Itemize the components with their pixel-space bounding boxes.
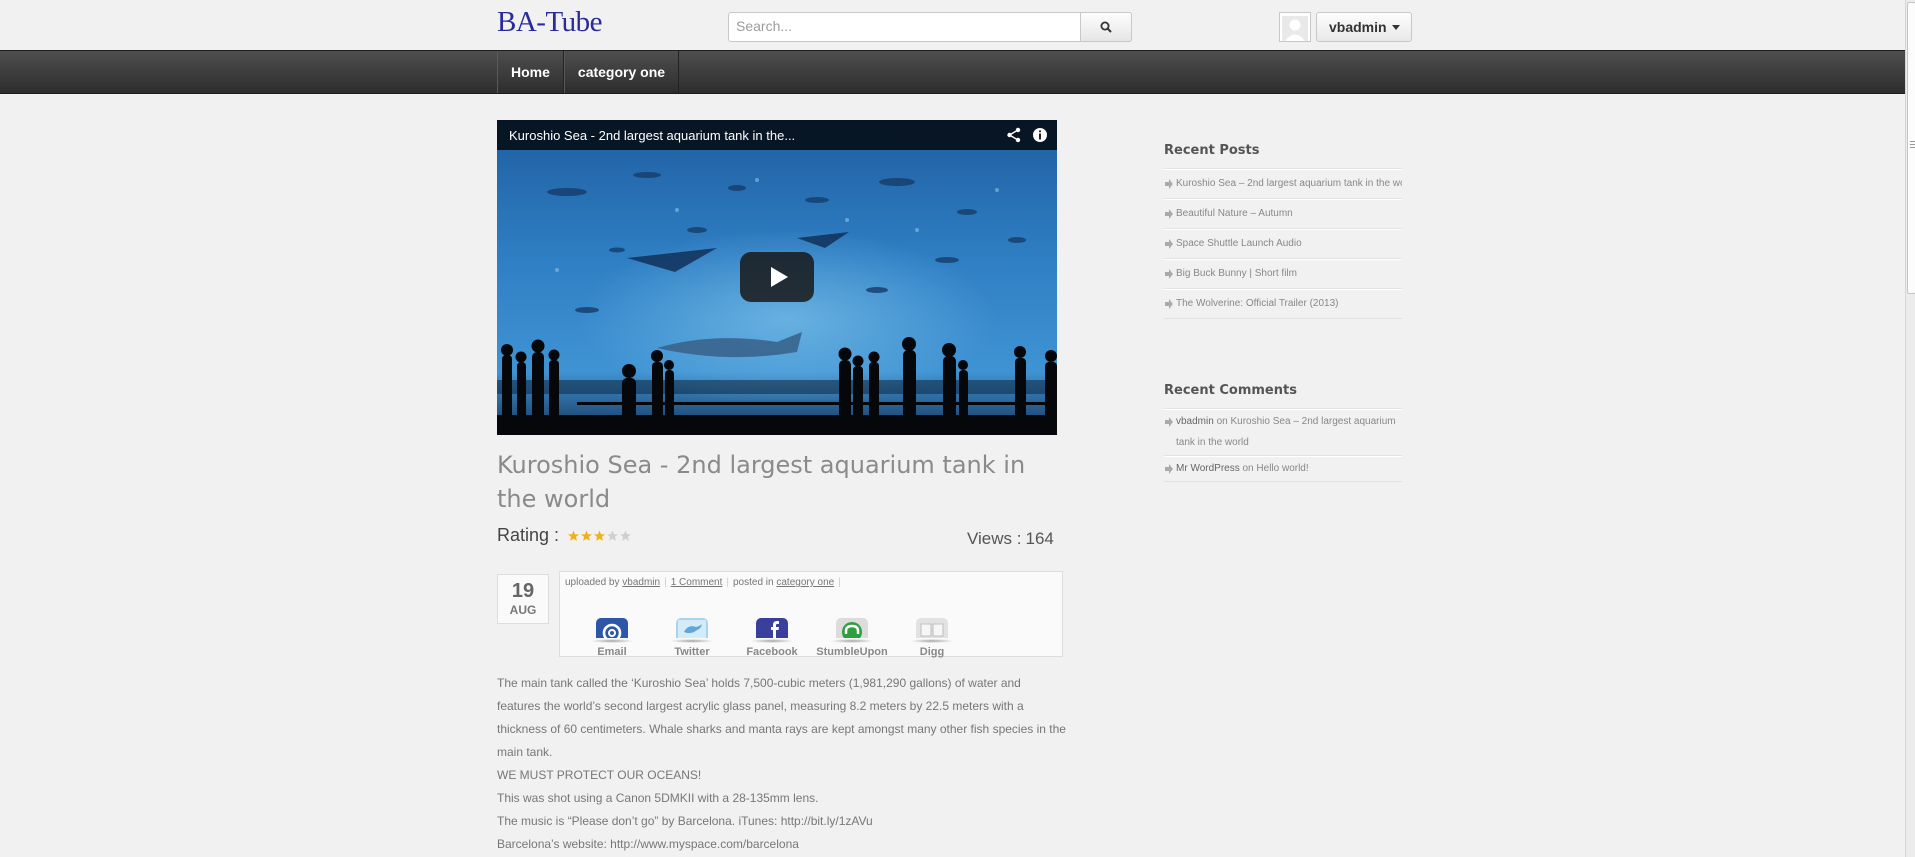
share-stumbleupon-button[interactable]: StumbleUpon bbox=[812, 618, 892, 658]
user-dropdown-button[interactable]: vbadmin bbox=[1316, 12, 1412, 42]
stumbleupon-icon bbox=[836, 618, 868, 638]
content-paragraph: The main tank called the ‘Kuroshio Sea’ … bbox=[497, 676, 1066, 759]
content-paragraph: The music is “Please don’t go” by Barcel… bbox=[497, 814, 873, 828]
play-button[interactable] bbox=[740, 252, 814, 302]
category-link[interactable]: category one bbox=[776, 577, 834, 588]
share-email-button[interactable]: Email bbox=[572, 618, 652, 658]
arrow-right-icon bbox=[1165, 299, 1173, 309]
nav-item-category-one[interactable]: category one bbox=[563, 51, 680, 93]
comment-author: vbadmin bbox=[1176, 416, 1214, 427]
search-input[interactable] bbox=[729, 13, 1080, 39]
rating-label: Rating : bbox=[497, 525, 560, 545]
arrow-right-icon bbox=[1165, 239, 1173, 249]
play-icon bbox=[770, 267, 788, 287]
video-player[interactable]: Kuroshio Sea - 2nd largest aquarium tank… bbox=[497, 120, 1057, 435]
views-count: 164 bbox=[1025, 529, 1054, 548]
main-nav: Home category one bbox=[0, 50, 1905, 94]
comment-on-label: on bbox=[1242, 463, 1254, 474]
recent-comments-list: vbadmin on Kuroshio Sea – 2nd largest aq… bbox=[1164, 409, 1402, 482]
list-item: The Wolverine: Official Trailer (2013) bbox=[1164, 289, 1402, 319]
page-scrollbar[interactable] bbox=[1905, 0, 1915, 857]
widget-title: Recent Comments bbox=[1164, 381, 1402, 409]
author-link[interactable]: vbadmin bbox=[622, 577, 660, 588]
content-paragraph: This was shot using a Canon 5DMKII with … bbox=[497, 791, 819, 805]
comment-on-label: on bbox=[1216, 416, 1228, 427]
comments-link[interactable]: 1 Comment bbox=[671, 577, 723, 588]
recent-post-link[interactable]: Space Shuttle Launch Audio bbox=[1176, 238, 1302, 249]
share-twitter-button[interactable]: Twitter bbox=[652, 618, 732, 658]
arrow-right-icon bbox=[1165, 417, 1173, 427]
post-title: Kuroshio Sea - 2nd largest aquarium tank… bbox=[497, 451, 1026, 513]
star-empty-icon[interactable] bbox=[606, 530, 619, 542]
recent-post-link[interactable]: The Wolverine: Official Trailer (2013) bbox=[1176, 298, 1338, 309]
search-icon bbox=[1100, 21, 1112, 33]
star-filled-icon[interactable] bbox=[567, 530, 580, 542]
rating-stars[interactable] bbox=[567, 530, 632, 542]
recent-post-link[interactable]: Big Buck Bunny | Short film bbox=[1176, 268, 1297, 279]
content-paragraph: WE MUST PROTECT OUR OCEANS! bbox=[497, 768, 702, 782]
share-facebook-button[interactable]: Facebook bbox=[732, 618, 812, 658]
post-date: 19 AUG bbox=[497, 574, 549, 624]
content-paragraph: Barcelona’s website: http://www.myspace.… bbox=[497, 837, 799, 851]
comment-post-link[interactable]: Hello world! bbox=[1256, 463, 1308, 474]
username-label: vbadmin bbox=[1329, 19, 1387, 35]
post-meta: uploaded by vbadmin | 1 Comment | posted in … bbox=[565, 577, 841, 588]
star-filled-icon[interactable] bbox=[580, 530, 593, 542]
recent-post-link[interactable]: Kuroshio Sea – 2nd largest aquarium tank… bbox=[1176, 178, 1402, 189]
list-item: vbadmin on Kuroshio Sea – 2nd largest aq… bbox=[1164, 409, 1402, 456]
email-icon bbox=[596, 618, 628, 638]
twitter-icon bbox=[676, 618, 708, 638]
list-item: Kuroshio Sea – 2nd largest aquarium tank… bbox=[1164, 169, 1402, 199]
grip-icon bbox=[1910, 141, 1915, 142]
date-day: 19 bbox=[511, 580, 535, 602]
share-buttons: Email Twitter Facebook StumbleUpon Digg bbox=[572, 618, 972, 658]
list-item: Mr WordPress on Hello world! bbox=[1164, 456, 1402, 482]
video-title-bar: Kuroshio Sea - 2nd largest aquarium tank… bbox=[497, 120, 1057, 150]
caret-down-icon bbox=[1391, 24, 1400, 30]
star-empty-icon[interactable] bbox=[619, 530, 632, 542]
share-digg-label: Digg bbox=[919, 646, 945, 658]
arrow-right-icon bbox=[1165, 464, 1173, 474]
site-header: BA-Tube vbadmin bbox=[0, 0, 1905, 50]
recent-comments-widget: Recent Comments vbadmin on Kuroshio Sea … bbox=[1164, 381, 1402, 482]
list-item: Big Buck Bunny | Short film bbox=[1164, 259, 1402, 289]
uploaded-by-label: uploaded by bbox=[565, 577, 620, 588]
comment-author-link[interactable]: Mr WordPress bbox=[1176, 463, 1240, 474]
post-content: The main tank called the ‘Kuroshio Sea’ … bbox=[497, 672, 1067, 856]
share-facebook-label: Facebook bbox=[746, 646, 798, 658]
user-menu: vbadmin bbox=[1279, 12, 1412, 42]
site-logo[interactable]: BA-Tube bbox=[497, 6, 603, 39]
widget-title: Recent Posts bbox=[1164, 141, 1402, 169]
arrow-right-icon bbox=[1165, 269, 1173, 279]
search-button[interactable] bbox=[1080, 12, 1132, 42]
scrollbar-thumb[interactable] bbox=[1907, 2, 1915, 294]
video-title[interactable]: Kuroshio Sea - 2nd largest aquarium tank… bbox=[497, 128, 1005, 143]
arrow-right-icon bbox=[1165, 179, 1173, 189]
date-month: AUG bbox=[509, 603, 537, 617]
star-filled-icon[interactable] bbox=[593, 530, 606, 542]
recent-posts-list: Kuroshio Sea – 2nd largest aquarium tank… bbox=[1164, 169, 1402, 319]
share-stumbleupon-label: StumbleUpon bbox=[816, 646, 888, 658]
info-icon[interactable] bbox=[1031, 126, 1049, 144]
facebook-icon bbox=[756, 618, 788, 638]
list-item: Space Shuttle Launch Audio bbox=[1164, 229, 1402, 259]
share-digg-button[interactable]: Digg bbox=[892, 618, 972, 658]
avatar[interactable] bbox=[1279, 12, 1311, 42]
posted-in-label: posted in bbox=[733, 577, 774, 588]
share-icon[interactable] bbox=[1005, 126, 1023, 144]
share-email-label: Email bbox=[597, 646, 627, 658]
nav-item-home[interactable]: Home bbox=[497, 51, 564, 93]
user-silhouette-icon bbox=[1282, 16, 1308, 41]
arrow-right-icon bbox=[1165, 209, 1173, 219]
post-views: Views :164 bbox=[967, 529, 1054, 549]
digg-icon bbox=[916, 618, 948, 638]
search-bar bbox=[728, 12, 1132, 42]
post-meta-box: uploaded by vbadmin | 1 Comment | posted in … bbox=[559, 571, 1063, 658]
views-label: Views : bbox=[967, 529, 1022, 548]
share-twitter-label: Twitter bbox=[674, 646, 710, 658]
recent-post-link[interactable]: Beautiful Nature – Autumn bbox=[1176, 208, 1293, 219]
post-rating: Rating : bbox=[497, 525, 632, 546]
list-item: Beautiful Nature – Autumn bbox=[1164, 199, 1402, 229]
recent-posts-widget: Recent Posts Kuroshio Sea – 2nd largest … bbox=[1164, 141, 1402, 319]
